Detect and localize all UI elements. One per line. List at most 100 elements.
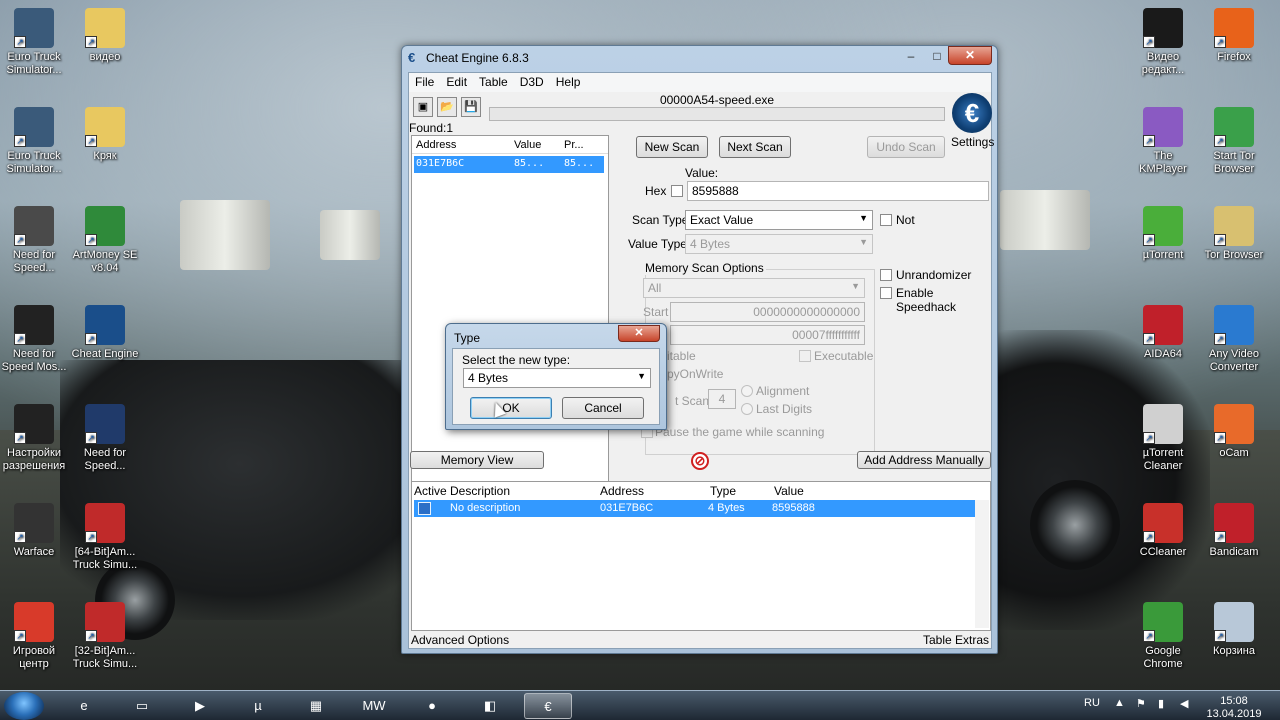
address-list-scrollbar[interactable]: [975, 500, 989, 628]
table-extras-link[interactable]: Table Extras: [923, 633, 989, 647]
desktop-icon[interactable]: ↗ Tor Browser: [1200, 206, 1268, 262]
chevron-down-icon: ▼: [851, 281, 860, 291]
not-checkbox[interactable]: [880, 214, 892, 226]
tray-arrow-icon[interactable]: ▲: [1114, 697, 1125, 709]
value-input[interactable]: 8595888: [687, 181, 989, 201]
address-list[interactable]: Active Description Address Type Value No…: [411, 481, 991, 631]
ok-button[interactable]: OK: [470, 397, 552, 419]
results-header-value[interactable]: Value: [514, 139, 541, 151]
next-scan-button[interactable]: Next Scan: [719, 136, 791, 158]
desktop-icon[interactable]: ↗ µTorrent Cleaner: [1129, 404, 1197, 473]
desktop-icon[interactable]: ↗ Cheat Engine: [71, 305, 139, 361]
desktop-icon[interactable]: ↗ Корзина: [1200, 602, 1268, 658]
cheat-engine-icon[interactable]: €: [524, 693, 572, 719]
desktop-icon[interactable]: ↗ Any Video Converter: [1200, 305, 1268, 374]
results-row[interactable]: 031E7B6C 85... 85...: [414, 156, 604, 173]
value-type-select[interactable]: 4 Bytes ▼: [685, 234, 873, 254]
advanced-options-link[interactable]: Advanced Options: [411, 633, 509, 647]
address-header-description[interactable]: Description: [450, 484, 510, 498]
start-button[interactable]: [4, 692, 44, 720]
desktop-icon[interactable]: ↗ Bandicam: [1200, 503, 1268, 559]
address-header-active[interactable]: Active: [414, 484, 447, 498]
ie-icon[interactable]: e: [60, 693, 108, 719]
undo-scan-button[interactable]: Undo Scan: [867, 136, 945, 158]
menu-d3d[interactable]: D3D: [514, 73, 550, 91]
menu-help[interactable]: Help: [550, 73, 587, 91]
hex-checkbox[interactable]: [671, 185, 683, 197]
desktop-icon[interactable]: ↗ AIDA64: [1129, 305, 1197, 361]
utorrent-icon[interactable]: µ: [234, 693, 282, 719]
desktop-icon[interactable]: ↗ Euro Truck Simulator...: [0, 8, 68, 77]
desktop-icon[interactable]: ↗ Warface: [0, 503, 68, 559]
volume-icon[interactable]: ◀: [1180, 697, 1188, 710]
speedhack-checkbox[interactable]: [880, 287, 892, 299]
add-address-manually-button[interactable]: Add Address Manually: [857, 451, 991, 469]
explorer-icon[interactable]: ▭: [118, 693, 166, 719]
desktop-icon[interactable]: ↗ Видео редакт...: [1129, 8, 1197, 77]
desktop-icon[interactable]: ↗ CCleaner: [1129, 503, 1197, 559]
minimize-button[interactable]: –: [898, 47, 924, 65]
desktop-icon-label: µTorrent: [1142, 249, 1184, 261]
desktop-icon[interactable]: ↗ Start Tor Browser: [1200, 107, 1268, 176]
fast-scan-input[interactable]: 4: [708, 389, 736, 409]
last-digits-radio[interactable]: [741, 403, 753, 415]
memory-region-select[interactable]: All ▼: [643, 278, 865, 298]
desktop-icon[interactable]: ↗ Need for Speed Mos...: [0, 305, 68, 374]
desktop-icon[interactable]: ↗ ArtMoney SE v8.04: [71, 206, 139, 275]
select-process-icon[interactable]: ▣: [413, 97, 433, 117]
desktop-icon[interactable]: ↗ Need for Speed...: [71, 404, 139, 473]
active-checkbox[interactable]: [418, 502, 431, 515]
address-header-value[interactable]: Value: [774, 484, 804, 498]
dialog-close-button[interactable]: ✕: [618, 325, 660, 342]
menu-edit[interactable]: Edit: [440, 73, 473, 91]
desktop-icon[interactable]: ↗ Игровой центр: [0, 602, 68, 671]
desktop-icon[interactable]: ↗ Need for Speed...: [0, 206, 68, 275]
menu-table[interactable]: Table: [473, 73, 514, 91]
start-address-input[interactable]: 0000000000000000: [670, 302, 865, 322]
cheat-engine-logo[interactable]: €: [952, 93, 992, 133]
stop-icon[interactable]: ⊘: [691, 452, 709, 470]
close-button[interactable]: ✕: [948, 46, 992, 65]
clock[interactable]: 15:08 13.04.2019: [1204, 695, 1264, 720]
address-header-address[interactable]: Address: [600, 484, 644, 498]
ocam-icon[interactable]: ◧: [466, 693, 514, 719]
results-list[interactable]: Address Value Pr... 031E7B6C 85... 85...: [411, 135, 609, 485]
alignment-radio[interactable]: [741, 385, 753, 397]
desktop-icon-label: Firefox: [1217, 51, 1251, 63]
maximize-button[interactable]: □: [924, 47, 950, 65]
settings-link[interactable]: Settings: [951, 135, 994, 149]
desktop-icon[interactable]: ↗ Euro Truck Simulator...: [0, 107, 68, 176]
unrandomizer-checkbox[interactable]: [880, 269, 892, 281]
media-player-icon[interactable]: ▶: [176, 693, 224, 719]
open-file-icon[interactable]: 📂: [437, 97, 457, 117]
results-header-previous[interactable]: Pr...: [564, 139, 584, 151]
desktop-icon[interactable]: ↗ Firefox: [1200, 8, 1268, 64]
new-scan-button[interactable]: New Scan: [636, 136, 708, 158]
action-center-icon[interactable]: ⚑: [1136, 697, 1146, 710]
network-icon[interactable]: ▮: [1158, 697, 1164, 710]
type-select[interactable]: 4 Bytes ▼: [463, 368, 651, 388]
desktop-icon[interactable]: ↗ The KMPlayer: [1129, 107, 1197, 176]
desktop-icon[interactable]: ↗ µTorrent: [1129, 206, 1197, 262]
desktop-icon[interactable]: ↗ [32-Bit]Am... Truck Simu...: [71, 602, 139, 671]
cancel-button[interactable]: Cancel: [562, 397, 644, 419]
save-icon[interactable]: 💾: [461, 97, 481, 117]
scan-type-select[interactable]: Exact Value ▼: [685, 210, 873, 230]
memory-view-button[interactable]: Memory View: [410, 451, 544, 469]
desktop-icon[interactable]: ↗ Google Chrome: [1129, 602, 1197, 671]
desktop-icon[interactable]: ↗ [64-Bit]Am... Truck Simu...: [71, 503, 139, 572]
language-indicator[interactable]: RU: [1084, 697, 1100, 709]
stop-address-input[interactable]: 00007fffffffffff: [670, 325, 865, 345]
desktop-icon[interactable]: ↗ Кряк: [71, 107, 139, 163]
menu-file[interactable]: File: [409, 73, 440, 91]
nfs-mw-icon[interactable]: MW: [350, 693, 398, 719]
results-header-address[interactable]: Address: [416, 139, 456, 151]
desktop-icon[interactable]: ↗ видео: [71, 8, 139, 64]
desktop-icon[interactable]: ↗ oCam: [1200, 404, 1268, 460]
calculator-icon[interactable]: ▦: [292, 693, 340, 719]
address-header-type[interactable]: Type: [710, 484, 736, 498]
address-row[interactable]: No description 031E7B6C 4 Bytes 8595888: [414, 500, 976, 517]
recorder-icon[interactable]: ●: [408, 693, 456, 719]
desktop-icon[interactable]: ↗ Настройки разрешения: [0, 404, 68, 473]
executable-checkbox[interactable]: [799, 350, 811, 362]
